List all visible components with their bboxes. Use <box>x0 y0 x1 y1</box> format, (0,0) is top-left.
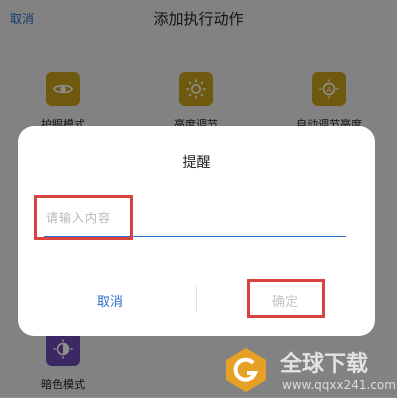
watermark-url: www.qqxx241.com <box>282 378 396 392</box>
watermark: 全球下载 www.qqxx241.com <box>222 346 396 398</box>
button-divider <box>196 286 197 312</box>
dialog-title: 提醒 <box>182 155 211 171</box>
highlight-box-confirm <box>247 279 325 318</box>
watermark-text: 全球下载 <box>280 352 369 377</box>
watermark-logo-icon <box>226 348 266 392</box>
highlight-box-input <box>34 195 133 240</box>
dialog-cancel-button[interactable]: 取消 <box>80 291 140 310</box>
